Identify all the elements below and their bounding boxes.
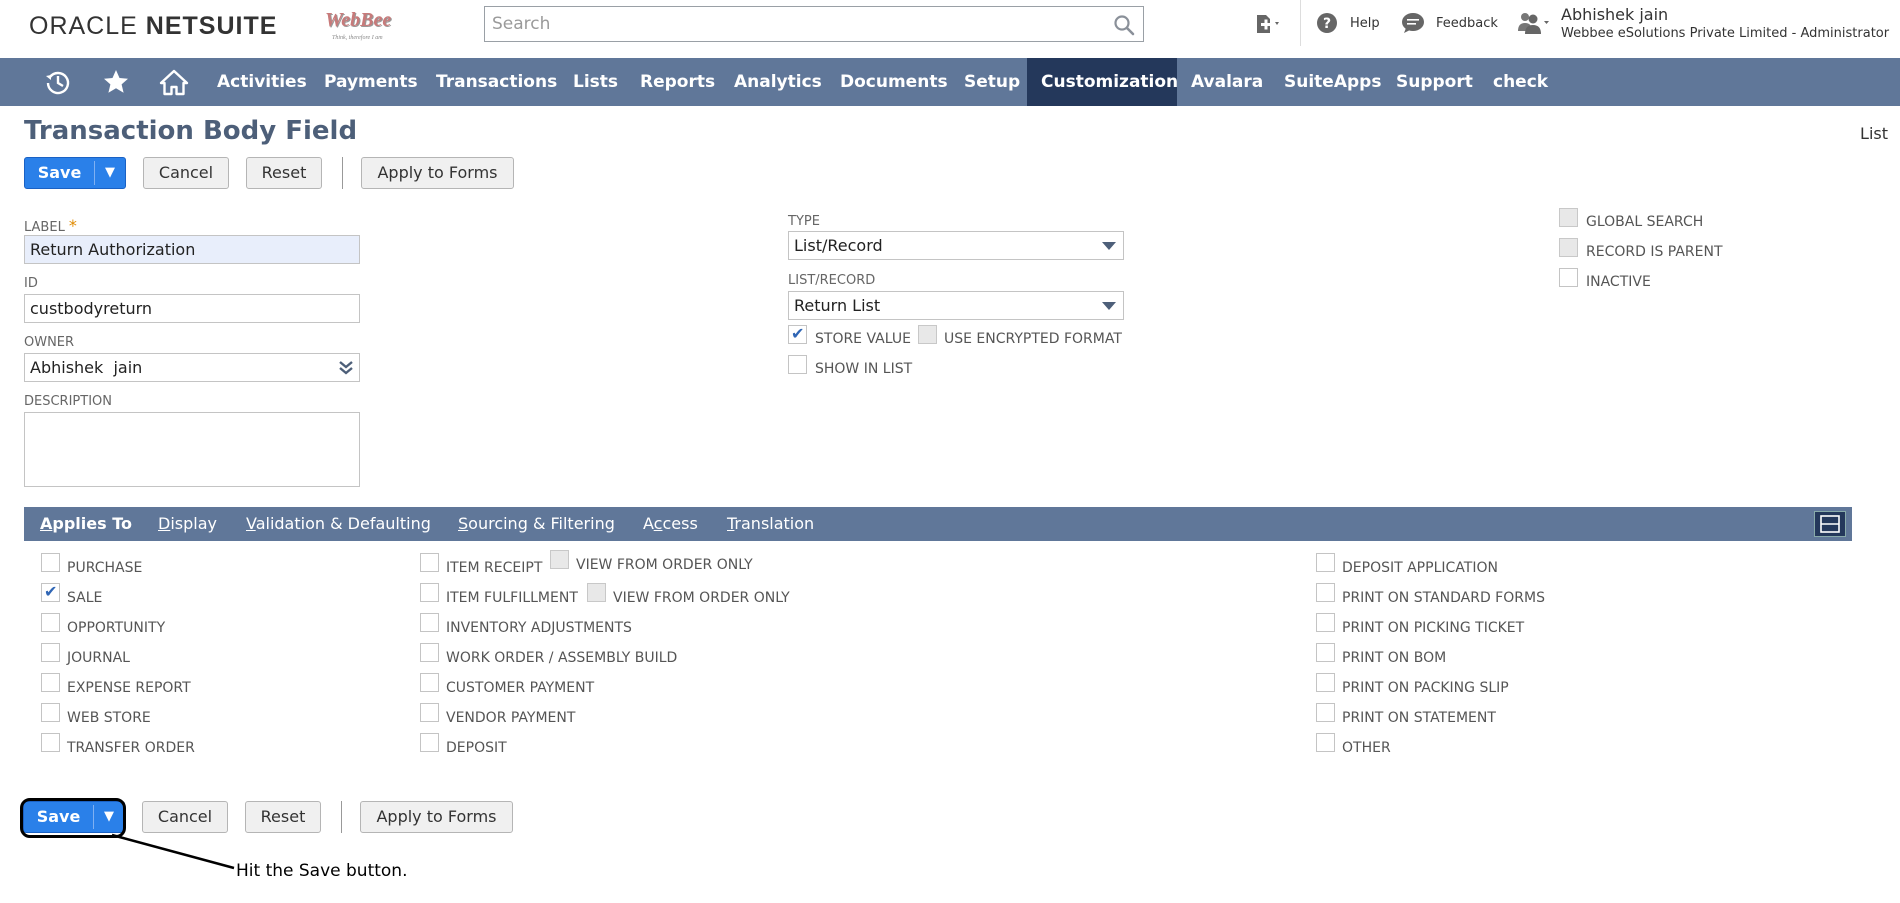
annotation-text: Hit the Save button. (236, 861, 408, 881)
annotation-pointer (111, 833, 235, 870)
